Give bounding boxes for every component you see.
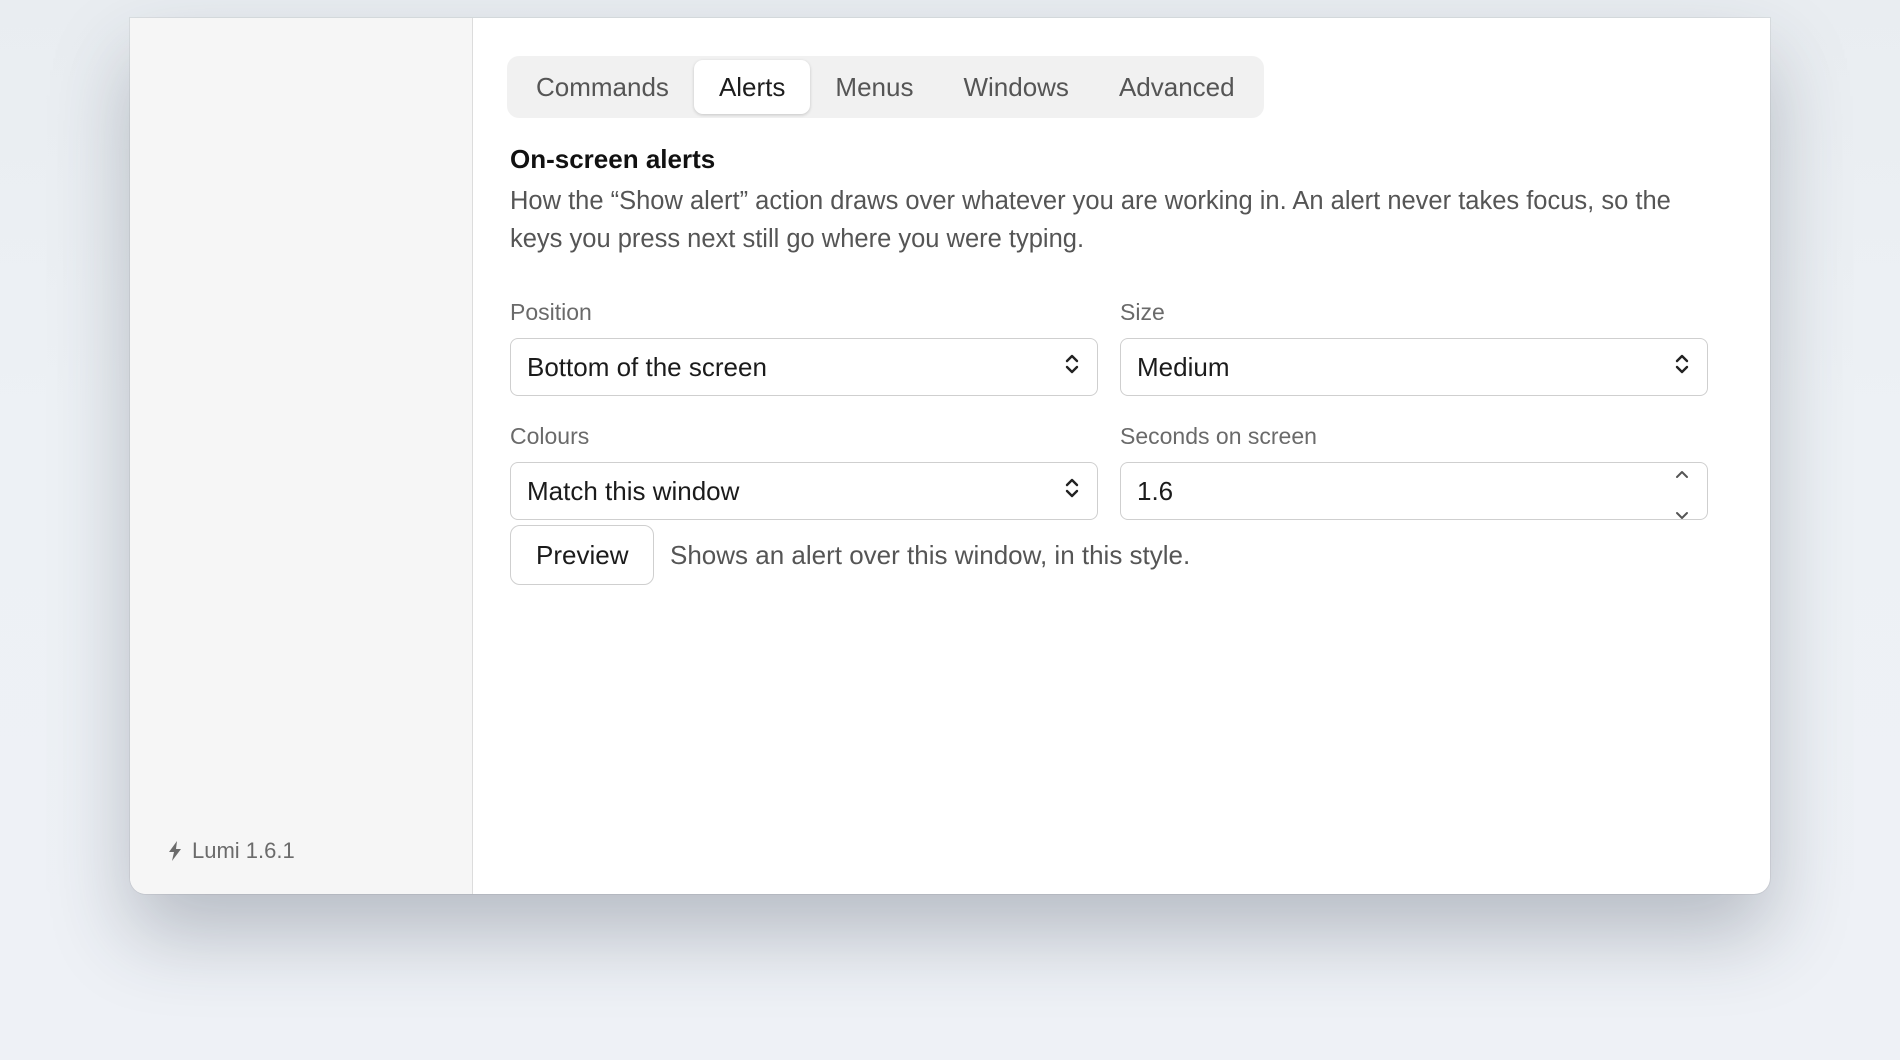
section-title: On-screen alerts xyxy=(510,144,716,174)
colours-select[interactable]: Match this window xyxy=(510,462,1098,520)
size-select[interactable]: Medium xyxy=(1120,338,1708,396)
position-label: Position xyxy=(510,299,592,325)
size-label: Size xyxy=(1120,299,1165,325)
position-value: Bottom of the screen xyxy=(527,351,767,382)
app-version: Lumi 1.6.1 xyxy=(168,838,295,864)
version-label: Lumi 1.6.1 xyxy=(192,838,295,863)
stepper-up-icon[interactable] xyxy=(1675,455,1689,486)
tab-alerts[interactable]: Alerts xyxy=(693,60,811,114)
chevron-up-down-icon xyxy=(1063,475,1081,508)
size-value: Medium xyxy=(1137,351,1230,382)
chevron-up-down-icon xyxy=(1673,351,1691,384)
position-select[interactable]: Bottom of the screen xyxy=(510,338,1098,396)
preview-button[interactable]: Preview xyxy=(510,525,655,585)
sidebar: Lumi 1.6.1 xyxy=(130,18,473,894)
colours-value: Match this window xyxy=(527,475,740,506)
chevron-up-down-icon xyxy=(1063,351,1081,384)
tab-advanced[interactable]: Advanced xyxy=(1094,60,1260,114)
colours-label: Colours xyxy=(510,423,590,449)
main-panel: Commands Alerts Menus Windows Advanced O… xyxy=(473,18,1770,894)
preview-hint: Shows an alert over this window, in this… xyxy=(670,540,1191,570)
seconds-value: 1.6 xyxy=(1137,475,1174,506)
tab-windows[interactable]: Windows xyxy=(938,60,1093,114)
tab-bar: Commands Alerts Menus Windows Advanced xyxy=(507,56,1264,118)
section-description: How the “Show alert” action draws over w… xyxy=(510,187,1671,253)
seconds-label: Seconds on screen xyxy=(1120,423,1317,449)
stepper-arrows xyxy=(1675,455,1689,527)
bolt-icon xyxy=(168,841,182,861)
settings-window: Lumi 1.6.1 Commands Alerts Menus Windows… xyxy=(130,18,1770,894)
stepper-down-icon[interactable] xyxy=(1675,496,1689,527)
tab-menus[interactable]: Menus xyxy=(810,60,938,114)
tab-commands[interactable]: Commands xyxy=(511,60,694,114)
seconds-stepper[interactable]: 1.6 xyxy=(1120,462,1708,520)
